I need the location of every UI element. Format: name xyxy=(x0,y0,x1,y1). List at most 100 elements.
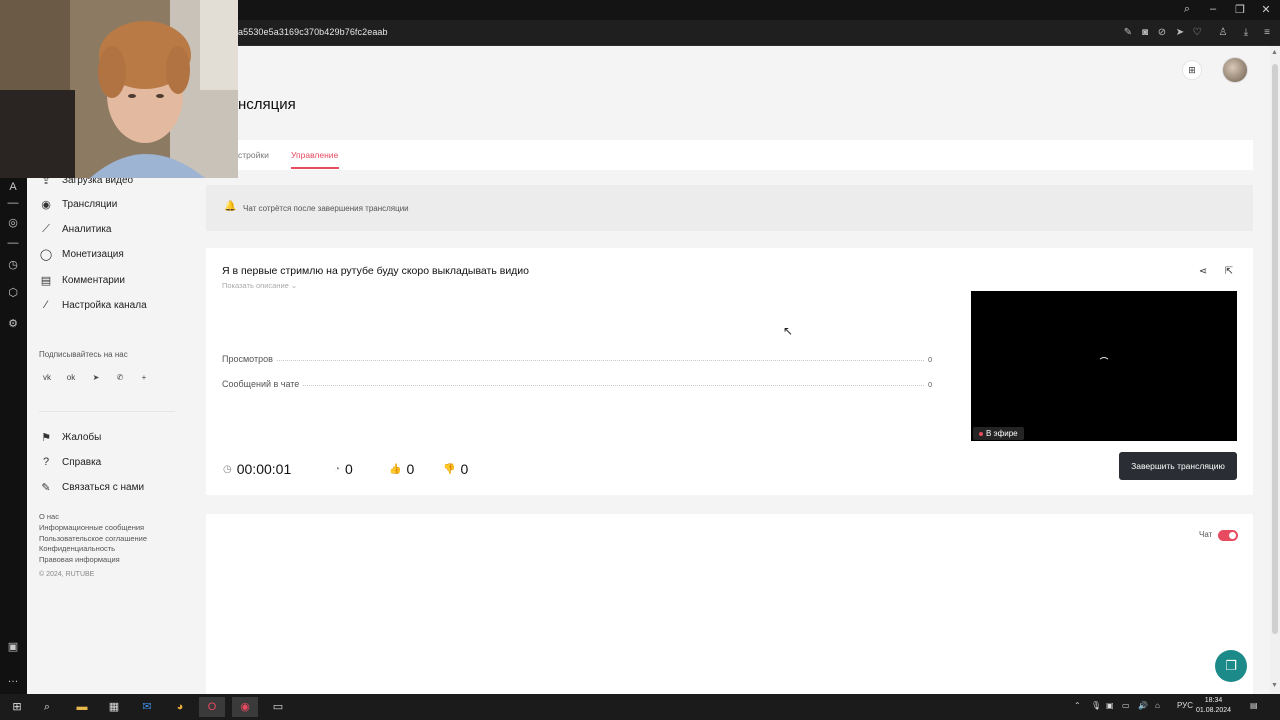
cube-icon[interactable]: ⬡ xyxy=(6,286,20,300)
tab-settings[interactable]: стройки xyxy=(238,150,269,160)
edit-icon[interactable]: ✎ xyxy=(1122,27,1134,38)
language-indicator[interactable]: РУС xyxy=(1177,701,1193,710)
nav-item-help[interactable]: ? Справка xyxy=(39,454,101,470)
nav-item-label: Трансляции xyxy=(62,198,118,210)
nav-item-monetization[interactable]: ◯ Монетизация xyxy=(39,246,124,262)
footer-link-legal[interactable]: Правовая информация xyxy=(39,555,120,564)
nav-item-label: Настройка канала xyxy=(62,299,147,311)
nav-item-contact[interactable]: ✎ Связаться с нами xyxy=(39,479,144,495)
end-stream-button[interactable]: Завершить трансляцию xyxy=(1119,452,1237,480)
footer-link-about[interactable]: О нас xyxy=(39,512,59,521)
chat-card xyxy=(206,514,1253,694)
live-badge-label: В эфире xyxy=(986,429,1018,438)
file-explorer-icon[interactable]: ▬ xyxy=(69,697,95,717)
tray-monitor-icon[interactable]: ▭ xyxy=(1122,701,1130,710)
ok-icon[interactable]: ok xyxy=(64,371,78,385)
thumbs-up-icon: 👍 xyxy=(389,463,402,475)
dislikes-count: 👎 0 xyxy=(443,461,468,477)
copyright: © 2024, RUTUBE xyxy=(39,571,95,578)
opera-icon[interactable]: O xyxy=(199,697,225,717)
user-icon: ◔ xyxy=(334,463,341,475)
mic-icon[interactable]: 🎙 xyxy=(1091,701,1101,710)
footer-link-terms[interactable]: Пользовательское соглашение xyxy=(39,534,147,543)
coin-icon: ◯ xyxy=(39,248,53,261)
viewers-count: ◔ 0 xyxy=(334,461,353,477)
toggle-knob xyxy=(1229,532,1236,539)
tray-app-icon[interactable]: ▣ xyxy=(1106,701,1114,710)
broadcast-icon: ◉ xyxy=(41,198,51,211)
chat-toggle[interactable] xyxy=(1218,530,1238,541)
camera-icon[interactable]: ◙ xyxy=(1139,27,1151,38)
add-video-icon[interactable]: ⊞ xyxy=(1182,60,1202,80)
url-text[interactable]: a5530e5a3169c370b429b76fc2eaab xyxy=(238,27,388,37)
avatar[interactable] xyxy=(1222,57,1248,83)
scroll-up-icon[interactable]: ▲ xyxy=(1271,49,1278,56)
profile-icon[interactable]: ♙ xyxy=(1217,27,1229,38)
chat-bubble-icon: ❐ xyxy=(1225,658,1237,673)
page-scrollbar[interactable]: ▲ ▼ xyxy=(1270,46,1280,694)
stat-label: Просмотров xyxy=(222,354,273,364)
likes-count: 👍 0 xyxy=(389,461,414,477)
nav-item-broadcasts[interactable]: ◉ Трансляции xyxy=(39,196,117,212)
search-icon[interactable]: ⌕ xyxy=(34,697,60,717)
thumbs-down-icon: 👎 xyxy=(443,463,456,475)
aria-icon[interactable]: A xyxy=(6,180,20,194)
clock-time: 18:34 xyxy=(1204,697,1223,704)
scroll-down-icon[interactable]: ▼ xyxy=(1271,682,1278,689)
help-icon: ? xyxy=(42,456,50,468)
chrome-icon[interactable]: ◕ xyxy=(167,697,193,717)
download-icon[interactable]: ⤓ xyxy=(1240,27,1252,38)
notifications-icon[interactable]: ▤ xyxy=(1250,701,1258,710)
dislikes-value: 0 xyxy=(460,461,469,477)
nav-item-label: Комментарии xyxy=(62,274,125,286)
show-description-link[interactable]: Показать описание ⌄ xyxy=(222,281,297,290)
history-icon[interactable]: ◷ xyxy=(6,258,20,272)
settings-icon[interactable]: ⚙ xyxy=(6,317,20,331)
vk-icon[interactable]: vk xyxy=(40,371,54,385)
system-clock[interactable]: 18:34 01.08.2024 xyxy=(1196,696,1231,716)
stream-title: Я в первые стримлю на рутубе буду скоро … xyxy=(222,265,530,277)
live-dot-icon xyxy=(979,431,983,436)
mail-icon[interactable]: ✉ xyxy=(134,697,160,717)
plus-icon[interactable]: + xyxy=(137,371,151,385)
open-external-icon[interactable]: ⇱ xyxy=(1223,266,1235,277)
nav-item-channel-settings[interactable]: ⁄ Настройка канала xyxy=(39,297,147,313)
tray-expand-icon[interactable]: ⌃ xyxy=(1074,701,1081,710)
nav-item-comments[interactable]: ▤ Комментарии xyxy=(39,272,125,288)
messenger-icon[interactable]: ◎ xyxy=(6,216,20,230)
live-badge: В эфире xyxy=(973,427,1024,440)
obs-icon[interactable]: ◉ xyxy=(232,697,258,717)
network-icon[interactable]: ⌂ xyxy=(1155,701,1160,710)
start-icon[interactable]: ⊞ xyxy=(4,697,30,717)
gallery-icon[interactable]: ▣ xyxy=(6,640,20,654)
store-icon[interactable]: ▦ xyxy=(101,697,127,717)
tab-management[interactable]: Управление xyxy=(291,150,338,160)
active-tab-indicator xyxy=(291,167,339,169)
telegram-icon[interactable]: ➤ xyxy=(89,371,103,385)
analytics-icon: ⟋ xyxy=(42,222,50,235)
footer-link-privacy[interactable]: Конфиденциальность xyxy=(39,544,115,553)
footer-link-info[interactable]: Информационные сообщения xyxy=(39,523,144,532)
share-icon[interactable]: ⋖ xyxy=(1197,266,1209,277)
viber-icon[interactable]: ✆ xyxy=(113,371,127,385)
tabs-bar xyxy=(206,140,1253,170)
send-icon[interactable]: ➤ xyxy=(1174,27,1186,38)
heart-icon[interactable]: ♡ xyxy=(1191,27,1203,38)
close-icon[interactable]: ✕ xyxy=(1259,3,1273,16)
block-icon[interactable]: ⊘ xyxy=(1156,27,1168,38)
scroll-thumb[interactable] xyxy=(1272,64,1278,634)
likes-value: 0 xyxy=(406,461,415,477)
stat-value: 0 xyxy=(928,357,932,364)
menu-icon[interactable]: ≡ xyxy=(1261,27,1273,38)
window-icon[interactable]: ▭ xyxy=(265,697,291,717)
nav-item-complaints[interactable]: ⚑ Жалобы xyxy=(39,429,101,445)
restore-icon[interactable]: ❐ xyxy=(1233,3,1247,16)
minimize-icon[interactable]: – xyxy=(1206,3,1220,15)
pencil-icon: ✎ xyxy=(41,481,51,494)
volume-icon[interactable]: 🔊 xyxy=(1138,701,1148,710)
stream-timer: ◷ 00:00:01 xyxy=(223,461,291,477)
nav-item-analytics[interactable]: ⟋ Аналитика xyxy=(39,221,111,237)
search-icon[interactable]: ⌕ xyxy=(1180,3,1194,16)
support-chat-button[interactable]: ❐ xyxy=(1215,650,1247,682)
more-icon[interactable]: … xyxy=(6,672,20,686)
